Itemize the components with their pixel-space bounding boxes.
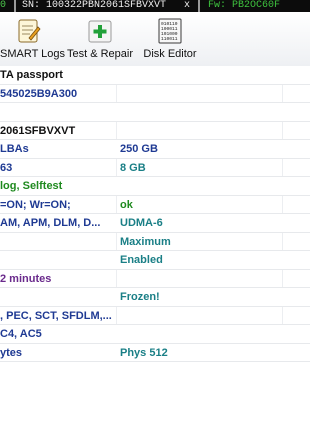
- lba-value: LBAs: [0, 143, 29, 155]
- tab-divider: [198, 0, 200, 12]
- cache-value: =ON; Wr=ON;: [0, 198, 71, 211]
- device-tab-bar: 0 SN: 100322PBN2061SFBVXVT x Fw: PB2OC60…: [0, 0, 310, 12]
- table-row: [0, 103, 310, 122]
- table-row: 2061SFBVXVT: [0, 122, 310, 140]
- table-row: Frozen!: [0, 288, 310, 307]
- smart-logs-button[interactable]: SMART Logs: [0, 12, 66, 66]
- capacity-value: 250 GB: [120, 143, 158, 155]
- trim-features-value: C4, AC5: [0, 328, 42, 340]
- extended-features-value: , PEC, SCT, SFDLM,...: [0, 309, 112, 322]
- device-tab-prefix: 0: [0, 0, 7, 11]
- table-row: AM, APM, DLM, D... UDMA-6: [0, 214, 310, 233]
- test-repair-label: Test & Repair: [66, 48, 134, 60]
- apm-value: Enabled: [120, 254, 163, 266]
- security-value: Frozen!: [120, 291, 160, 303]
- serial-value: 2061SFBVXVT: [0, 124, 76, 137]
- physical-sector-value: Phys 512: [120, 346, 168, 359]
- logical-sector-value: ytes: [0, 346, 23, 359]
- smart-logs-label: SMART Logs: [0, 48, 66, 60]
- logs-value: log, Selftest: [0, 180, 63, 192]
- firmware-label: Fw: PB2OC60F: [208, 0, 281, 11]
- table-row: C4, AC5: [0, 325, 310, 344]
- table-row: 2 minutes: [0, 270, 310, 288]
- table-row: log, Selftest: [0, 177, 310, 196]
- table-row: Maximum: [0, 233, 310, 251]
- close-tab-button[interactable]: x: [184, 0, 190, 12]
- table-row: 63 8 GB: [0, 159, 310, 177]
- toolbar: SMART Logs Test & Repair 010110 100011 1…: [0, 12, 310, 67]
- sectors-value: 63: [0, 161, 13, 174]
- table-row: LBAs 250 GB: [0, 140, 310, 159]
- features-value: AM, APM, DLM, D...: [0, 217, 101, 229]
- table-row: =ON; Wr=ON; ok: [0, 196, 310, 214]
- buffer-value: 8 GB: [120, 161, 146, 174]
- table-row: Enabled: [0, 251, 310, 270]
- test-repair-button[interactable]: Test & Repair: [66, 12, 134, 66]
- svg-text:110011: 110011: [161, 36, 178, 42]
- table-row: ytes Phys 512: [0, 344, 310, 362]
- table-row: TA passport: [0, 66, 310, 85]
- table-row: 545025B9A300: [0, 85, 310, 103]
- transfer-mode-value: UDMA-6: [120, 217, 163, 229]
- model-value: TA passport: [0, 69, 63, 81]
- table-row: , PEC, SCT, SFDLM,...: [0, 307, 310, 325]
- aam-value: Maximum: [120, 235, 171, 248]
- disk-editor-button[interactable]: 010110 100011 101000 110011 Disk Editor: [142, 12, 198, 66]
- tab-divider: [14, 0, 16, 12]
- first-aid-kit-icon: [88, 20, 112, 43]
- smart-logs-icon: [18, 19, 41, 43]
- wwn-value: 545025B9A300: [0, 87, 78, 100]
- serial-number-label: SN: 100322PBN2061SFBVXVT: [22, 0, 167, 11]
- status-ok-value: ok: [120, 198, 133, 211]
- disk-editor-label: Disk Editor: [143, 48, 197, 60]
- selftest-time-value: 2 minutes: [0, 272, 52, 285]
- device-info-table: TA passport 545025B9A300 2061SFBVXVT LBA…: [0, 66, 310, 362]
- disk-editor-icon: 010110 100011 101000 110011: [158, 18, 182, 44]
